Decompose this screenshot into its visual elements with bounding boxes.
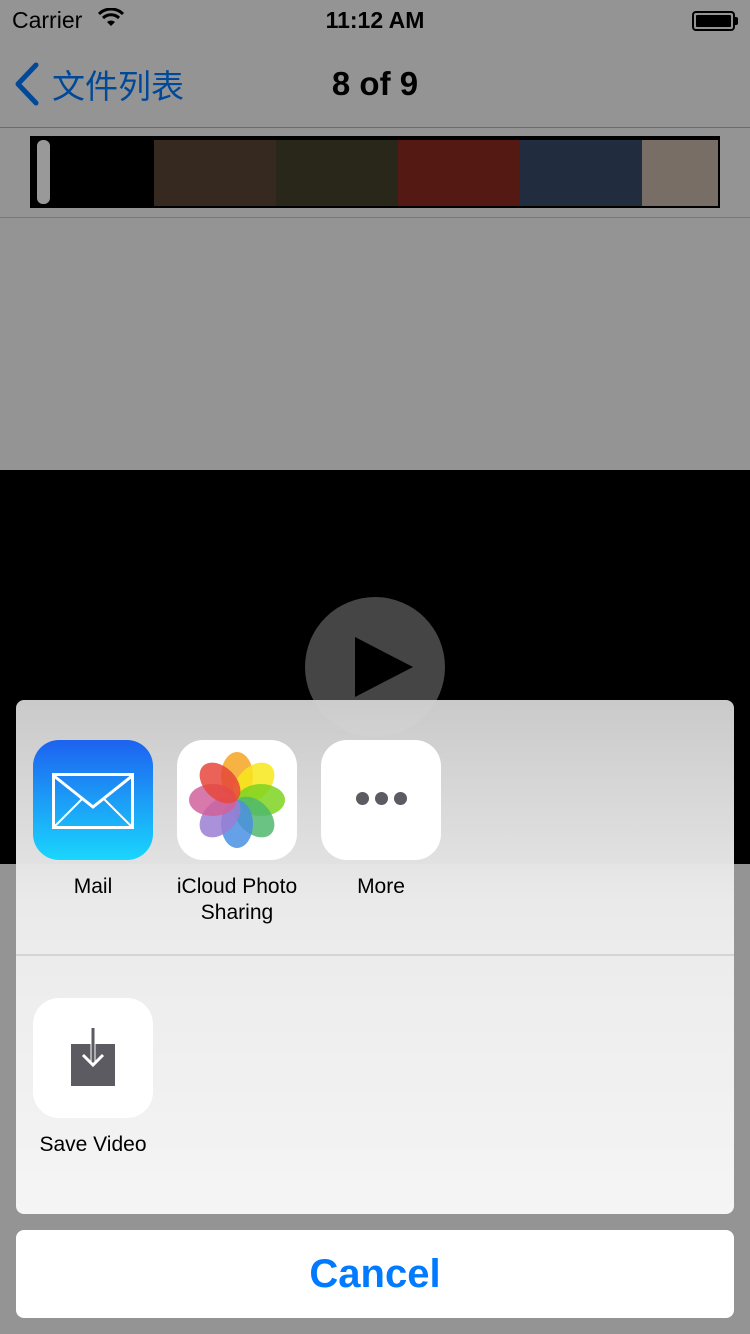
cancel-button[interactable]: Cancel	[16, 1230, 734, 1318]
share-apps-row: Mail iCloud Photo Sharing More	[16, 700, 734, 956]
save-video-label: Save Video	[39, 1133, 147, 1156]
photos-icon	[177, 740, 297, 860]
share-more[interactable]: More	[306, 740, 456, 900]
save-video-button[interactable]: Save Video	[18, 998, 168, 1158]
share-icloud-label: iCloud Photo Sharing	[176, 875, 298, 924]
share-more-label: More	[357, 875, 405, 898]
more-icon	[321, 740, 441, 860]
save-video-icon	[33, 998, 153, 1118]
share-mail[interactable]: Mail	[18, 740, 168, 900]
share-mail-label: Mail	[73, 875, 113, 898]
share-icloud-photo-sharing[interactable]: iCloud Photo Sharing	[162, 740, 312, 926]
mail-icon	[33, 740, 153, 860]
share-actions-row: Save Video	[16, 958, 734, 1214]
share-sheet: Mail iCloud Photo Sharing More Save Vide…	[16, 700, 734, 1214]
